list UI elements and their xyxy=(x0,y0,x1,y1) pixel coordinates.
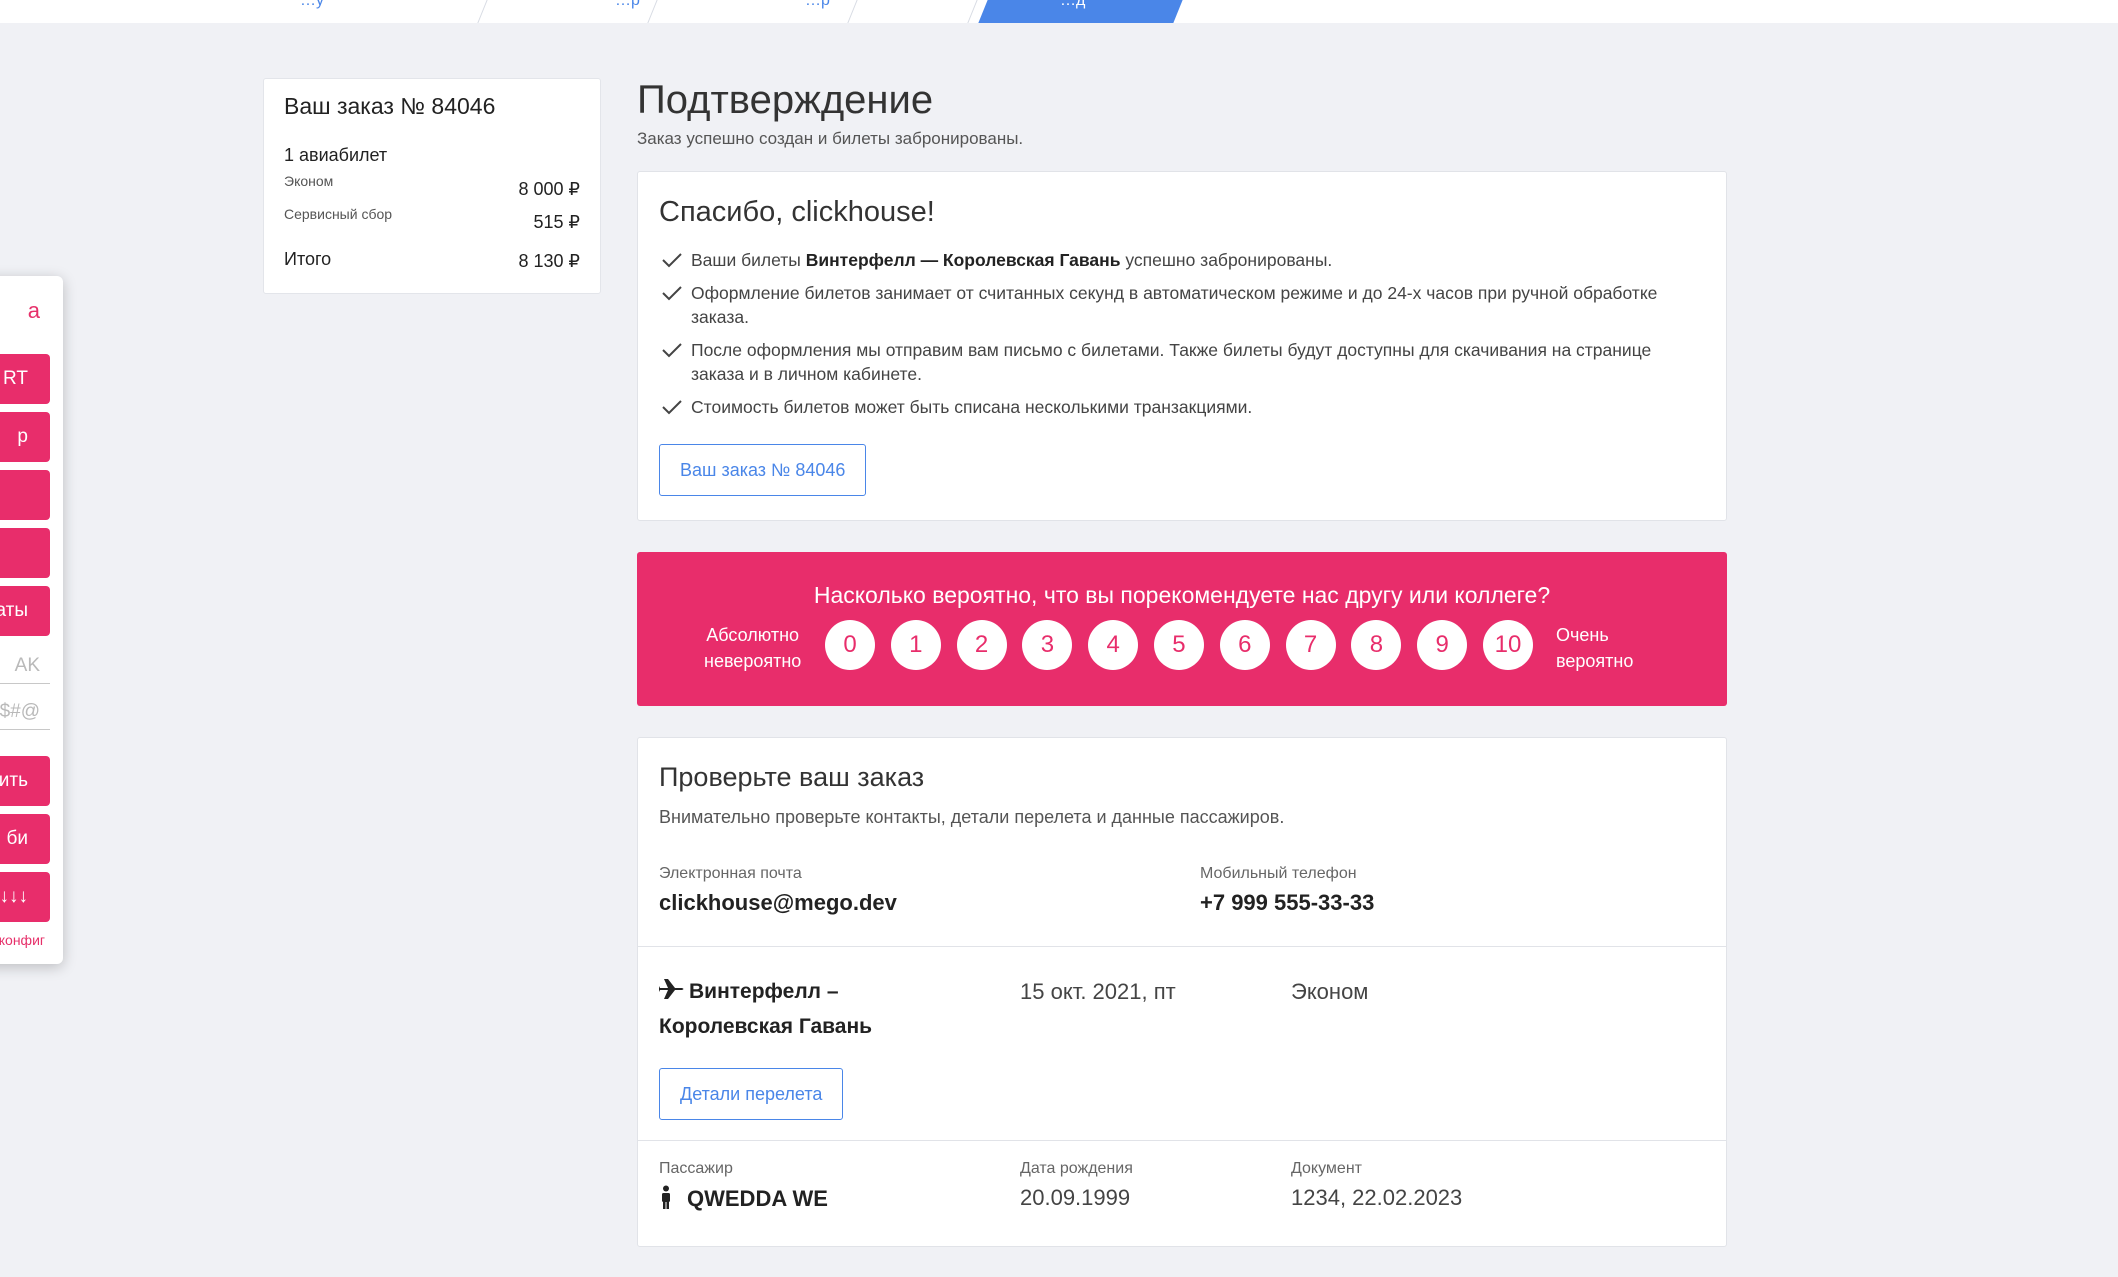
side-input-2[interactable]: @#$* xyxy=(0,694,50,730)
summary-total-row: Итого 8 130 ₽ xyxy=(284,249,580,272)
side-button-2[interactable]: р xyxy=(0,412,50,462)
nps-scores: 0 1 2 3 4 5 6 7 8 9 10 xyxy=(825,620,1549,670)
list-item: Ваши билеты Винтерфелл — Королевская Гав… xyxy=(659,248,1669,272)
summary-ticket-count: 1 авиабилет xyxy=(284,145,388,165)
side-button-6[interactable]: ить xyxy=(0,756,50,806)
step-3-label[interactable]: …р xyxy=(805,0,830,10)
nps-score-5[interactable]: 5 xyxy=(1153,620,1204,670)
side-button-8[interactable]: ↓↓↓ xyxy=(0,872,50,922)
nps-score-10[interactable]: 10 xyxy=(1482,620,1533,670)
flight-details-button[interactable]: Детали перелета xyxy=(659,1068,844,1120)
nps-score-7[interactable]: 7 xyxy=(1285,620,1336,670)
nps-score-8[interactable]: 8 xyxy=(1351,620,1402,670)
phone-label: Мобильный телефон xyxy=(1200,865,1357,882)
summary-row-economy: Эконом 8 000 ₽ xyxy=(284,173,580,200)
side-config-link[interactable]: конфиг xyxy=(0,932,45,948)
side-button-4[interactable] xyxy=(0,528,50,578)
nps-right-label-line1: Очень xyxy=(1556,625,1609,645)
nps-score-4[interactable]: 4 xyxy=(1088,620,1139,670)
dob-label: Дата рождения xyxy=(1020,1160,1133,1177)
check-icon xyxy=(662,286,682,301)
check-order-card: Проверьте ваш заказ Внимательно проверьт… xyxy=(637,737,1727,1247)
document-value: 1234, 22.02.2023 xyxy=(1291,1185,1463,1210)
thanks-item-2: Оформление билетов занимает от считанных… xyxy=(691,283,1658,327)
thanks-item-3: После оформления мы отправим вам письмо … xyxy=(691,340,1652,384)
phone-value: +7 999 555-33-33 xyxy=(1200,890,1375,915)
side-button-5[interactable]: аты xyxy=(0,586,50,636)
route-origin: Винтерфелл – xyxy=(689,980,839,1003)
list-item: После оформления мы отправим вам письмо … xyxy=(659,338,1669,386)
nps-score-3[interactable]: 3 xyxy=(1022,620,1073,670)
nps-question: Насколько вероятно, что вы порекомендует… xyxy=(813,582,1551,608)
divider xyxy=(638,1140,1726,1141)
summary-total-label: Итого xyxy=(284,249,332,269)
nps-score-2[interactable]: 2 xyxy=(956,620,1007,670)
debug-side-panel: а RT р аты AK @#$* ить би ↓↓↓ конфиг xyxy=(0,276,63,964)
check-icon xyxy=(662,253,682,268)
route-destination: Королевская Гавань xyxy=(659,1015,873,1038)
summary-row-service-fee: Сервисный сбор 515 ₽ xyxy=(284,206,580,233)
order-summary-card: Ваш заказ № 84046 1 авиабилет Эконом 8 0… xyxy=(263,78,601,294)
side-button-3[interactable] xyxy=(0,470,50,520)
passenger-label: Пассажир xyxy=(659,1160,733,1177)
flight-route: Винтерфелл – Королевская Гавань xyxy=(659,974,872,1044)
flight-date: 15 окт. 2021, пт xyxy=(1020,979,1176,1004)
summary-row-label: Сервисный сбор xyxy=(284,206,393,222)
nps-score-1[interactable]: 1 xyxy=(890,620,941,670)
side-button-7[interactable]: би xyxy=(0,814,50,864)
step-divider xyxy=(848,0,982,23)
divider xyxy=(638,946,1726,947)
person-icon xyxy=(662,1185,670,1209)
summary-row-value: 515 ₽ xyxy=(533,212,581,232)
side-button-1[interactable]: RT xyxy=(0,354,50,404)
flight-class: Эконом xyxy=(1291,979,1369,1004)
thanks-item-4: Стоимость билетов может быть списана нес… xyxy=(691,397,1253,417)
thanks-item-1-pre: Ваши билеты xyxy=(691,250,806,270)
document-label: Документ xyxy=(1291,1160,1362,1177)
summary-title: Ваш заказ № 84046 xyxy=(284,93,496,119)
summary-total-value: 8 130 ₽ xyxy=(518,251,581,271)
thanks-title: Спасибо, clickhouse! xyxy=(659,196,935,228)
email-value: clickhouse@mego.dev xyxy=(659,890,897,915)
checkout-steps-bar: …у …р …р …д xyxy=(0,0,2118,23)
page-title: Подтверждение xyxy=(637,78,934,122)
check-icon xyxy=(662,400,682,415)
page-subtitle: Заказ успешно создан и билеты заброниров… xyxy=(637,129,1024,148)
nps-score-9[interactable]: 9 xyxy=(1417,620,1468,670)
dob-value: 20.09.1999 xyxy=(1020,1185,1131,1210)
check-title: Проверьте ваш заказ xyxy=(659,762,925,792)
step-1-label[interactable]: …у xyxy=(300,0,324,10)
thanks-card: Спасибо, clickhouse! Ваши билеты Винтерф… xyxy=(637,171,1727,521)
nps-right-label-line2: вероятно xyxy=(1556,651,1634,671)
nps-right-label: Очень вероятно xyxy=(1556,622,1633,674)
list-item: Оформление билетов занимает от считанных… xyxy=(659,281,1669,329)
nps-score-6[interactable]: 6 xyxy=(1219,620,1270,670)
email-label: Электронная почта xyxy=(659,865,802,882)
summary-row-value: 8 000 ₽ xyxy=(518,179,581,199)
view-order-button[interactable]: Ваш заказ № 84046 xyxy=(659,444,867,496)
step-5-label: …д xyxy=(1060,0,1086,9)
check-subtitle: Внимательно проверьте контакты, детали п… xyxy=(659,807,1285,827)
check-icon xyxy=(662,343,682,358)
nps-left-label-line1: Абсолютно xyxy=(706,625,800,645)
step-divider xyxy=(0,0,492,23)
airplane-icon xyxy=(659,979,684,999)
passenger-name-text: QWEDDA WE xyxy=(687,1186,828,1211)
thanks-list: Ваши билеты Винтерфелл — Королевская Гав… xyxy=(659,248,1669,428)
main-content: Подтверждение Заказ успешно создан и бил… xyxy=(637,78,1727,1247)
nps-score-0[interactable]: 0 xyxy=(825,620,875,670)
nps-left-label: Абсолютно невероятно xyxy=(704,622,801,674)
summary-row-label: Эконом xyxy=(284,173,334,189)
side-panel-title: а xyxy=(27,298,40,323)
thanks-item-1-route: Винтерфелл — Королевская Гавань xyxy=(805,250,1121,270)
thanks-item-1-post: успешно забронированы. xyxy=(1120,250,1333,270)
step-2-label[interactable]: …р xyxy=(615,0,640,10)
list-item: Стоимость билетов может быть списана нес… xyxy=(659,395,1669,419)
side-input-1[interactable]: AK xyxy=(0,648,50,684)
nps-left-label-line2: невероятно xyxy=(704,651,802,671)
nps-survey: Насколько вероятно, что вы порекомендует… xyxy=(637,552,1727,706)
passenger-name: QWEDDA WE xyxy=(659,1185,828,1212)
